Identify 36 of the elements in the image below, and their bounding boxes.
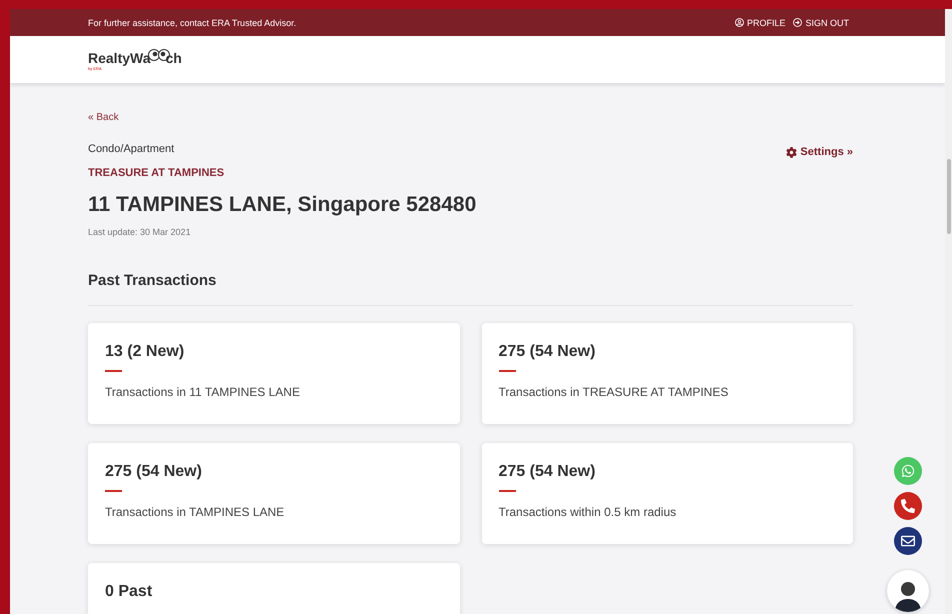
envelope-icon (901, 534, 915, 548)
accent-line (105, 370, 122, 372)
transaction-card[interactable]: 275 (54 New) Transactions in TAMPINES LANE (88, 443, 460, 544)
project-name: TREASURE AT TAMPINES (88, 167, 226, 179)
address-heading: 11 TAMPINES LANE, Singapore 528480 (88, 193, 478, 217)
user-icon (734, 18, 744, 27)
transaction-count: 0 Past (105, 583, 154, 601)
transaction-card[interactable]: 275 (54 New) Transactions in TREASURE AT TAMPINES (482, 323, 853, 424)
whatsapp-icon (901, 464, 915, 478)
accent-line (498, 370, 516, 372)
transaction-card[interactable]: 13 (2 New) Transactions in 11 TAMPINES LANE (88, 323, 460, 424)
transaction-label: Transactions in TREASURE AT TAMPINES (498, 385, 730, 399)
property-type: Condo/Apartment (88, 143, 174, 155)
transaction-count: 275 (54 New) (498, 343, 596, 361)
gear-icon (786, 146, 798, 158)
sign-out-link[interactable]: SIGN OUT (793, 18, 849, 28)
transaction-card[interactable]: 0 Past (88, 563, 460, 614)
avatar[interactable] (887, 570, 929, 612)
assistance-message: For further assistance, contact ERA Trusted Advisor. (88, 18, 296, 28)
profile-link[interactable]: PROFILE (734, 18, 786, 28)
section-title: Past Transactions (88, 272, 853, 306)
accent-line (498, 490, 516, 492)
email-button[interactable] (894, 527, 922, 555)
phone-icon (901, 499, 915, 513)
settings-link[interactable]: Settings » (786, 146, 853, 158)
transaction-label: Transactions in TAMPINES LANE (105, 505, 286, 519)
transaction-count: 275 (54 New) (498, 463, 596, 481)
accent-line (105, 490, 122, 492)
transaction-count: 13 (2 New) (105, 343, 186, 361)
transaction-card[interactable]: 275 (54 New) Transactions within 0.5 km radius (482, 443, 853, 544)
transaction-count: 275 (54 New) (105, 463, 203, 481)
last-update: Last update: 30 Mar 2021 (88, 227, 192, 237)
transaction-label: Transactions within 0.5 km radius (498, 505, 678, 519)
transaction-label: Transactions in 11 TAMPINES LANE (105, 385, 301, 399)
back-link[interactable]: « Back (88, 112, 119, 123)
phone-button[interactable] (894, 492, 922, 520)
